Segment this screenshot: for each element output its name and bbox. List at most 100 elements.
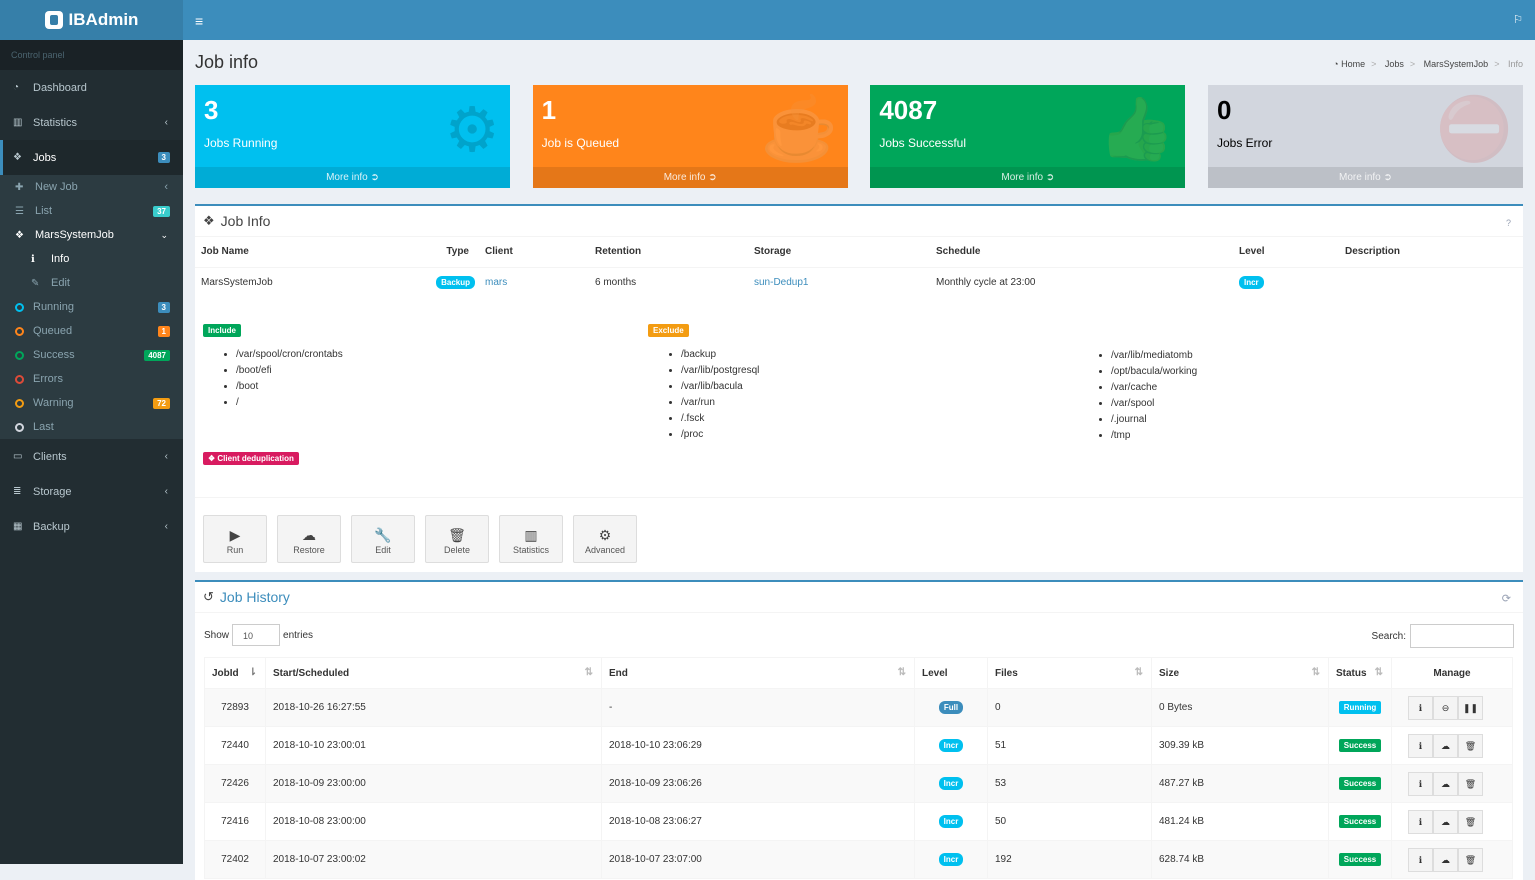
table-row: 72426 2018-10-09 23:00:00 2018-10-09 23:06… xyxy=(204,764,1513,803)
sidebar-item-warning[interactable]: Warning 72 xyxy=(0,391,183,415)
delete-button[interactable]: 🗑 Delete xyxy=(425,515,489,563)
files-count: 50 xyxy=(987,802,1152,841)
header-label: JobId xyxy=(212,667,239,679)
job-id: 72402 xyxy=(204,840,266,879)
list-item: /var/cache xyxy=(1111,379,1197,395)
restore-icon[interactable]: ☁ xyxy=(1433,809,1458,834)
client-link[interactable]: mars xyxy=(485,277,507,288)
col-size[interactable]: Size ⇅ xyxy=(1151,657,1329,689)
sidebar-item-jobs[interactable]: ❖ Jobs 3 xyxy=(0,140,183,175)
table-row: 72416 2018-10-08 23:00:00 2018-10-08 23:06… xyxy=(204,802,1513,841)
jobs-badge: 3 xyxy=(157,152,170,163)
col-level: Level xyxy=(1233,237,1339,268)
breadcrumb-job[interactable]: MarsSystemJob xyxy=(1424,59,1489,69)
sort-icon: ⇅ xyxy=(1134,667,1143,678)
app-logo[interactable]: IBAdmin xyxy=(0,0,183,40)
arrow-circle-right-icon: ➲ xyxy=(1383,172,1392,183)
sidebar-item-queued[interactable]: Queued 1 xyxy=(0,319,183,343)
more-info-label: More info xyxy=(1001,172,1044,183)
trash-icon[interactable]: 🗑 xyxy=(1458,733,1483,758)
stat-box-success: 4087 Jobs Successful 👍 More info ➲ xyxy=(870,85,1186,188)
more-info-link[interactable]: More info ➲ xyxy=(532,167,848,188)
info-icon[interactable]: ℹ xyxy=(1408,809,1433,834)
restore-icon[interactable]: ☁ xyxy=(1433,847,1458,872)
sidebar-item-label: Dashboard xyxy=(33,81,87,94)
more-info-link[interactable]: More info ➲ xyxy=(195,167,510,188)
info-icon[interactable]: ℹ xyxy=(1408,733,1433,758)
stop-icon[interactable]: ⊖ xyxy=(1433,695,1458,720)
sidebar-item-new-job[interactable]: ✚ New Job ‹ xyxy=(0,175,183,199)
job-history-header: ↺ Job History ⟳ xyxy=(195,582,1523,613)
retention-value: 6 months xyxy=(595,276,637,288)
sidebar-item-list[interactable]: ☰ List 37 xyxy=(0,199,183,223)
list-item: /boot/efi xyxy=(236,362,343,378)
sidebar-item-label: List xyxy=(35,205,53,217)
page-size-select[interactable]: 10 xyxy=(232,624,281,646)
trash-icon[interactable]: 🗑 xyxy=(1458,771,1483,796)
col-status[interactable]: Status ⇅ xyxy=(1328,657,1392,689)
play-icon: ▶ xyxy=(229,527,241,543)
exclude-list-2: /var/lib/mediatomb /opt/bacula/working /… xyxy=(1078,347,1197,443)
list-item: /var/run xyxy=(681,394,759,410)
size-value: 0 Bytes xyxy=(1151,688,1329,727)
job-info-header: ❖ Job Info? xyxy=(195,206,1523,237)
hamburger-menu-icon[interactable]: ≡ xyxy=(195,13,203,29)
info-icon[interactable]: ℹ xyxy=(1408,847,1433,872)
col-jobid[interactable]: JobId ⇂ xyxy=(204,657,266,689)
header-label: Level xyxy=(922,667,948,679)
info-icon[interactable]: ℹ xyxy=(1408,695,1433,720)
refresh-icon[interactable]: ⟳ xyxy=(1502,592,1511,605)
end-time: 2018-10-09 23:06:26 xyxy=(601,764,915,803)
more-info-link[interactable]: More info ➲ xyxy=(1207,167,1523,188)
sidebar-item-errors[interactable]: Errors xyxy=(0,367,183,391)
trash-icon[interactable]: 🗑 xyxy=(1458,847,1483,872)
status-badge: Success xyxy=(1338,739,1382,752)
col-start[interactable]: Start/Scheduled ⇅ xyxy=(265,657,602,689)
circle-icon xyxy=(15,398,24,408)
stat-box-running: 3 Jobs Running ⚙ More info ➲ xyxy=(195,85,510,188)
sidebar-item-info[interactable]: ℹ Info xyxy=(0,247,183,271)
col-storage: Storage xyxy=(748,237,930,268)
button-label: Advanced xyxy=(584,545,626,555)
flag-icon[interactable]: ⚐ xyxy=(1513,13,1523,26)
help-button[interactable]: ? xyxy=(1506,218,1511,228)
restore-icon[interactable]: ☁ xyxy=(1433,771,1458,796)
manage-buttons: ℹ ☁ 🗑 xyxy=(1408,733,1505,758)
edit-button[interactable]: 🔧 Edit xyxy=(351,515,415,563)
running-badge: 3 xyxy=(157,301,170,313)
col-end[interactable]: End ⇅ xyxy=(601,657,915,689)
sidebar-item-marssystemjob[interactable]: ❖ MarsSystemJob ⌄ xyxy=(0,223,183,247)
cubes-icon: ❖ xyxy=(13,152,22,163)
pause-icon[interactable]: ❚❚ xyxy=(1458,695,1483,720)
advanced-button[interactable]: ⚙ Advanced xyxy=(573,515,637,563)
search-input[interactable] xyxy=(1410,624,1514,648)
breadcrumb-jobs[interactable]: Jobs xyxy=(1385,59,1404,69)
col-client: Client xyxy=(479,237,589,268)
dedup-section: ❖ Client deduplication xyxy=(203,452,299,465)
col-level[interactable]: Level xyxy=(914,657,988,689)
restore-icon[interactable]: ☁ xyxy=(1433,733,1458,758)
trash-icon[interactable]: 🗑 xyxy=(1458,809,1483,834)
sidebar-item-last[interactable]: Last xyxy=(0,415,183,439)
sidebar-item-storage[interactable]: ≣ Storage ‹ xyxy=(0,474,183,509)
sidebar-item-backup[interactable]: ▦ Backup ‹ xyxy=(0,509,183,544)
restore-button[interactable]: ☁ Restore xyxy=(277,515,341,563)
breadcrumb-home[interactable]: Home xyxy=(1341,59,1365,69)
list-icon: ☰ xyxy=(15,205,24,217)
storage-link[interactable]: sun-Dedup1 xyxy=(754,277,808,288)
more-info-link[interactable]: More info ➲ xyxy=(870,167,1186,188)
info-icon[interactable]: ℹ xyxy=(1408,771,1433,796)
statistics-button[interactable]: ▥ Statistics xyxy=(499,515,563,563)
minus-circle-icon: ⛔ xyxy=(1435,95,1513,164)
header-label: Files xyxy=(995,667,1018,679)
sidebar-item-running[interactable]: Running 3 xyxy=(0,295,183,319)
sidebar-item-success[interactable]: Success 4087 xyxy=(0,343,183,367)
sidebar-item-clients[interactable]: ▭ Clients ‹ xyxy=(0,439,183,474)
sidebar-item-edit[interactable]: ✎ Edit xyxy=(0,271,183,295)
job-id: 72440 xyxy=(204,726,266,765)
button-label: Restore xyxy=(293,545,325,555)
sidebar-item-dashboard[interactable]: ◔ Dashboard xyxy=(0,70,183,105)
sidebar-item-statistics[interactable]: ▥ Statistics ‹ xyxy=(0,105,183,140)
run-button[interactable]: ▶ Run xyxy=(203,515,267,563)
col-files[interactable]: Files ⇅ xyxy=(987,657,1152,689)
